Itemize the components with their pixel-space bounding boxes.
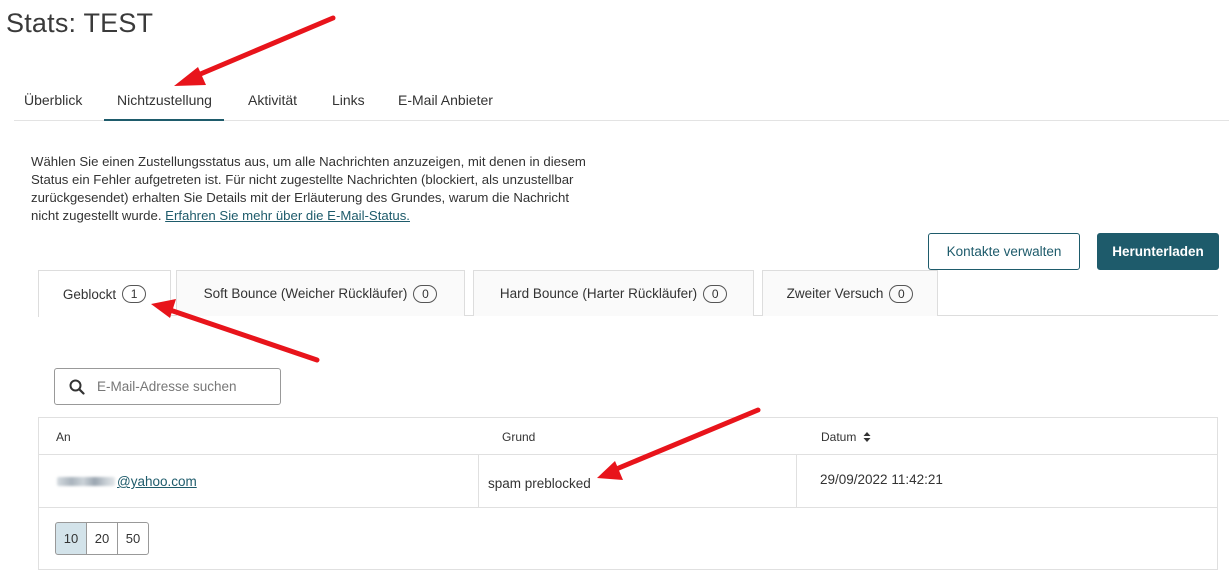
tab-aktivitaet[interactable]: Aktivität: [248, 92, 297, 119]
tab-ueberblick[interactable]: Überblick: [24, 92, 82, 119]
column-divider: [796, 455, 797, 508]
status-description: Wählen Sie einen Zustellungsstatus aus, …: [31, 153, 591, 225]
count-badge: 1: [122, 285, 147, 303]
count-badge: 0: [889, 284, 914, 303]
tab-label: Soft Bounce (Weicher Rückläufer): [203, 286, 408, 301]
reason-cell: spam preblocked: [488, 476, 591, 491]
count-badge: 0: [413, 284, 438, 303]
redacted-email-local-part: [57, 477, 115, 486]
tab-label: Hard Bounce (Harter Rückläufer): [499, 286, 698, 301]
tab-zweiter-versuch[interactable]: Zweiter Versuch 0: [762, 270, 938, 316]
manage-contacts-button[interactable]: Kontakte verwalten: [928, 233, 1080, 270]
tab-hard-bounce[interactable]: Hard Bounce (Harter Rückläufer) 0: [473, 270, 754, 316]
tab-nichtzustellung[interactable]: Nichtzustellung: [104, 92, 224, 121]
datum-label: Datum: [821, 430, 857, 444]
download-button[interactable]: Herunterladen: [1097, 233, 1219, 270]
tab-label: Zweiter Versuch: [786, 286, 884, 301]
main-tab-bar: Überblick Nichtzustellung Aktivität Link…: [14, 78, 1229, 121]
email-status-help-link[interactable]: Erfahren Sie mehr über die E-Mail-Status…: [165, 208, 410, 223]
table-row: @yahoo.com spam preblocked 29/09/2022 11…: [39, 455, 1217, 508]
status-tab-bar: Geblockt 1 Soft Bounce (Weicher Rückläuf…: [38, 270, 1218, 317]
count-badge: 0: [703, 284, 728, 303]
email-domain: @yahoo.com: [117, 474, 197, 489]
tab-links[interactable]: Links: [332, 92, 365, 119]
date-cell: 29/09/2022 11:42:21: [820, 472, 943, 487]
table-header: An Grund Datum: [39, 418, 1217, 455]
column-header-datum[interactable]: Datum: [821, 430, 871, 444]
recipient-cell: @yahoo.com: [57, 455, 197, 508]
search-icon: [69, 379, 85, 395]
sort-updown-icon[interactable]: [863, 432, 871, 442]
tab-geblockt[interactable]: Geblockt 1: [38, 270, 171, 317]
arrow-to-nichtzustellung-tab: [174, 15, 336, 86]
page-size-20[interactable]: 20: [86, 522, 118, 555]
page-size-50[interactable]: 50: [117, 522, 149, 555]
column-divider: [478, 455, 479, 508]
tab-email-anbieter[interactable]: E-Mail Anbieter: [398, 92, 493, 119]
column-header-an: An: [56, 430, 71, 444]
email-search-input[interactable]: [97, 379, 267, 394]
recipient-email-link[interactable]: @yahoo.com: [57, 474, 197, 489]
tab-label: Geblockt: [62, 286, 117, 302]
column-header-grund: Grund: [502, 430, 536, 444]
page-title: Stats: TEST: [6, 8, 154, 38]
page-size-selector: 10 20 50: [55, 522, 149, 555]
page-size-10[interactable]: 10: [55, 522, 87, 555]
tab-soft-bounce[interactable]: Soft Bounce (Weicher Rückläufer) 0: [176, 270, 465, 316]
blocked-messages-table: An Grund Datum @yahoo.com spam preblocke…: [38, 417, 1218, 570]
search-box: [54, 368, 281, 405]
